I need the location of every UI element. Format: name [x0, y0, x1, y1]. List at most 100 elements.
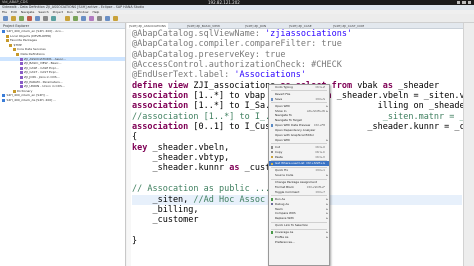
line-gutter — [127, 29, 131, 266]
code-token: association — [132, 101, 194, 112]
menu-item-label: Quick Link To Selection — [275, 223, 309, 228]
menu-item-shortcut: Ctrl+Shift+G — [306, 161, 325, 166]
menu-item-label: Open With — [275, 137, 291, 142]
context-menu-item[interactable]: Replace With ▸ — [269, 216, 329, 221]
menu-item-label: Debug As — [275, 201, 289, 206]
menu-item-label: Coverage As — [275, 230, 294, 235]
toolbar-button[interactable] — [11, 16, 16, 21]
main-toolbar — [0, 14, 474, 23]
menu-item-icon — [270, 162, 274, 166]
menu-item-label: Navigate To — [275, 113, 292, 118]
context-menu-item[interactable]: Open With ▸ — [269, 138, 329, 143]
toolbar-button[interactable] — [81, 16, 86, 21]
toolbar-button[interactable] — [43, 16, 48, 21]
tree-node-icon — [5, 39, 9, 43]
menu-item-label: Copy — [275, 149, 283, 154]
context-menu: Undo Typing Ctrl+Z Revert File Save Ctrl+S Op… — [268, 84, 330, 266]
overview-ruler — [463, 23, 474, 266]
menu-item-label: Save — [275, 96, 283, 101]
tree-item[interactable]: S4H_400_zduck_de [S4H, 400] ... — [0, 98, 125, 103]
submenu-arrow-icon: ▸ — [326, 216, 328, 221]
tree-node-icon — [12, 48, 16, 52]
menu-item-icon — [270, 155, 274, 159]
tree-node-icon — [19, 85, 23, 89]
menu-item-label: Preferences... — [275, 239, 295, 244]
menu-item-label: Paste — [275, 154, 283, 159]
submenu-arrow-icon: ▸ — [326, 137, 328, 142]
toolbar-button[interactable] — [65, 16, 70, 21]
tree-node-icon — [19, 57, 23, 61]
remote-desktop-screen: Vid_ABAP_CDS 192.82.121.202 Sidewalk - D… — [0, 0, 474, 266]
tree-node-icon — [19, 62, 23, 66]
menu-item-label: Open With Data Preview — [275, 123, 311, 128]
menu-item-icon — [270, 97, 274, 101]
menu-item-icon — [270, 150, 274, 154]
menu-item-label: Cut — [275, 144, 280, 149]
code-token: @AbapCatalog.preserveKey: true — [132, 49, 286, 60]
menu-item-label: Open Dependency Analyzer — [275, 128, 316, 133]
code-token: } — [132, 235, 138, 246]
code-token: [1..*] to vbap — [193, 91, 271, 102]
code-token: association — [132, 122, 194, 133]
context-menu-item[interactable]: Paste Ctrl+V — [269, 155, 329, 160]
project-tree: S4H_400_zduck_en [S4H, 400] - Aco... Loca… — [0, 29, 125, 103]
remote-window-controls[interactable] — [457, 1, 471, 4]
code-line: @AbapCatalog.compiler.compareFilter: tru… — [132, 39, 462, 49]
code-token: _sheader.vbeln, — [152, 142, 230, 153]
code-token: _billing, — [132, 204, 199, 215]
context-menu-item[interactable]: Preferences... — [269, 240, 329, 245]
toolbar-button[interactable] — [113, 16, 118, 21]
menu-item-shortcut: Ctrl+7 — [315, 189, 325, 194]
toolbar-button[interactable] — [3, 16, 8, 21]
code-token: association — [132, 91, 194, 102]
toolbar-button[interactable] — [97, 16, 102, 21]
code-token: _siten, — [132, 194, 194, 205]
menu-item-label: Format Block — [275, 185, 294, 190]
code-token: as — [229, 163, 245, 174]
context-menu-item[interactable]: Undo Typing Ctrl+Z — [269, 85, 329, 90]
code-line: @EndUserText.label: 'Associations' — [132, 70, 462, 80]
tree-node-icon — [19, 71, 23, 75]
code-token: define view — [132, 80, 194, 91]
tree-node-icon — [2, 30, 5, 33]
tree-node-icon — [19, 80, 23, 84]
code-token: { — [132, 132, 138, 143]
menu-item-label: Toggle Comment — [275, 189, 300, 194]
toolbar-button[interactable] — [19, 16, 24, 21]
eclipse-window: Sidewalk - Data Definition ZJI_ASSOCIATI… — [0, 5, 474, 266]
code-token: 'Associations' — [234, 70, 307, 81]
tree-node-icon — [12, 89, 16, 93]
toolbar-button[interactable] — [51, 16, 56, 21]
context-menu-item[interactable]: Toggle Comment Ctrl+7 — [269, 190, 329, 195]
menu-item-label: Team — [275, 206, 283, 211]
code-line: @AccessControl.authorizationCheck: #CHEC… — [132, 60, 462, 70]
code-token: as — [382, 80, 399, 91]
tree-node-icon — [19, 75, 23, 79]
context-menu-item[interactable]: Source Code ▸ — [269, 173, 329, 178]
menu-item-label: Open with Graphical Editor — [275, 133, 314, 138]
menu-item-icon — [270, 231, 274, 234]
toolbar-button[interactable] — [35, 16, 40, 21]
menu-item-label: Quick Fix — [275, 168, 289, 173]
toolbar-button[interactable] — [73, 16, 78, 21]
tree-item-label: S4H_400_zduck_de [S4H, 400] ... — [6, 97, 57, 102]
tree-node-icon — [16, 52, 19, 56]
toolbar-button[interactable] — [27, 16, 32, 21]
context-menu-item[interactable]: Quick Link To Selection — [269, 223, 329, 228]
menu-item-shortcut: Ctrl+S — [315, 96, 325, 101]
menu-item-label: Open With — [275, 103, 291, 108]
context-menu-item[interactable]: Save Ctrl+S — [269, 97, 329, 102]
code-token: 'zjiassociations' — [265, 29, 353, 39]
toolbar-button[interactable] — [105, 16, 110, 21]
tree-node-icon — [9, 43, 12, 47]
tree-node-icon — [2, 98, 5, 102]
menu-item-label: Run As — [275, 196, 285, 201]
menu-item-label: Replace With — [275, 216, 294, 221]
menu-item-shortcut: Ctrl+V — [315, 154, 325, 159]
context-menu-item[interactable]: Get Where-used List Ctrl+Shift+G — [269, 161, 329, 167]
menu-item-label: Profile As — [275, 235, 289, 240]
tree-node-icon — [2, 94, 5, 98]
toolbar-button[interactable] — [89, 16, 94, 21]
menu-item-label: Revert File — [275, 91, 291, 96]
menu-item-label: Get Where-used List — [275, 161, 305, 166]
